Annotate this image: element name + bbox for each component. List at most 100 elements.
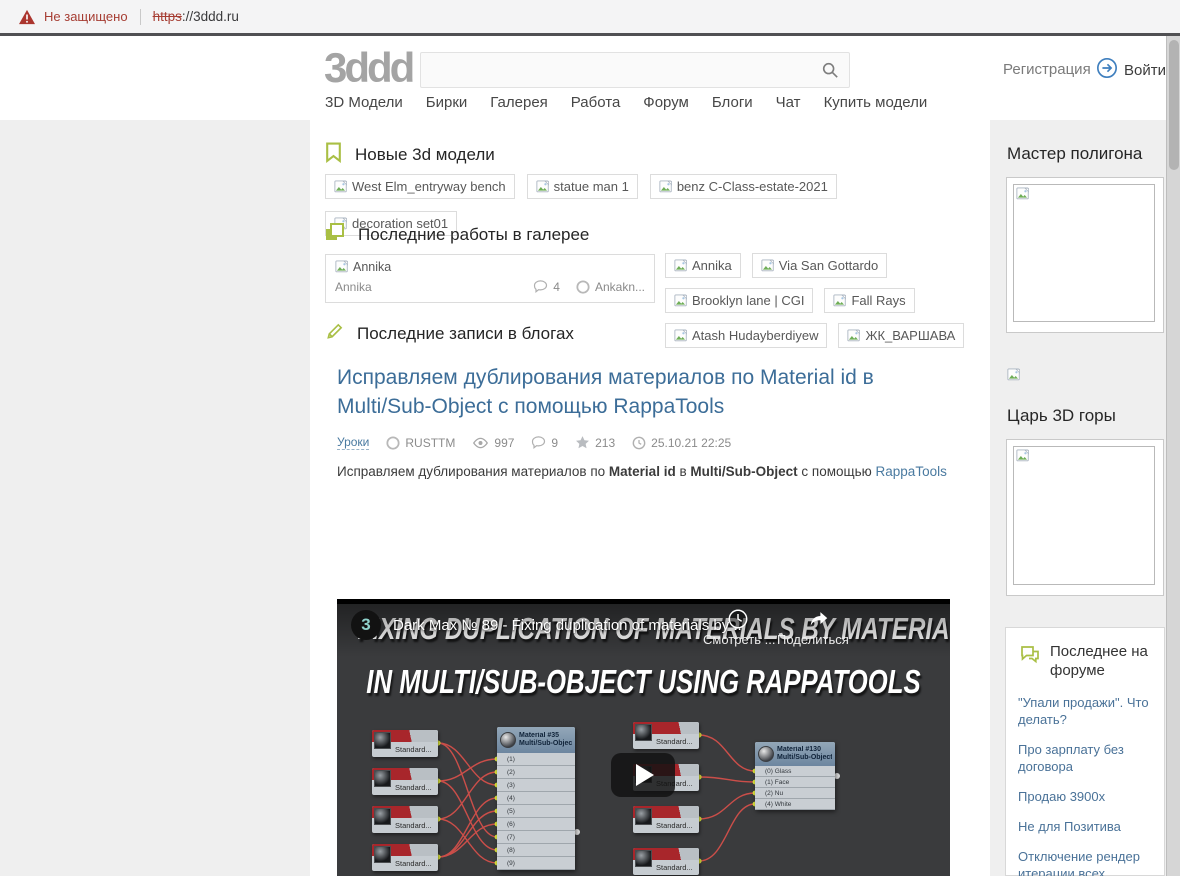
nav-item[interactable]: Блоги [712,94,753,111]
material-sphere-thumb [374,808,391,825]
node-slot-row: (4) White [755,799,835,810]
gallery-tag-chip[interactable]: Atash Hudayberdiyew [665,323,828,348]
nav-item[interactable]: Бирки [426,94,468,111]
material-node: Standard... [633,806,699,833]
login-button[interactable]: Войти [1096,57,1166,83]
gallery-tag-label: Fall Rays [851,293,906,308]
youtube-embed[interactable]: FIXING DUPLICATION OF MATERIALS BY MATER… [337,599,950,876]
channel-avatar[interactable]: 3 [351,610,381,640]
share-icon[interactable] [807,608,831,635]
rappatools-link[interactable]: RappaTools [876,464,947,479]
material-sphere-thumb [635,724,652,741]
search-icon[interactable] [821,61,839,79]
section-title: Последние работы в галерее [358,224,590,244]
node-slot-row: (1) Face [755,777,835,788]
site-logo[interactable]: 3ddd [324,44,415,92]
watch-later-label: Смотреть ... [703,632,776,647]
sidebar-banner1[interactable] [1006,177,1164,333]
nav-item[interactable]: 3D Модели [325,94,403,111]
nav-item[interactable]: Форум [643,94,689,111]
blog-post-meta: Уроки RUSTTM 997 9 213 25.10.21 22:25 [337,435,980,450]
section-blogs-header: Последние записи в блогах [325,322,574,346]
gallery-card[interactable]: Annika Annika 4 Ankakn... [325,254,655,303]
gallery-tag-chip[interactable]: Fall Rays [824,288,915,313]
scrollbar-thumb[interactable] [1169,40,1179,170]
post-comments: 9 [531,435,558,450]
section-title: Последние записи в блогах [357,324,574,343]
url-text[interactable]: https://3ddd.ru [153,9,239,24]
material-sphere-thumb [758,746,774,762]
nav-item[interactable]: Купить модели [824,94,928,111]
video-title[interactable]: Dark Max № 89 - Fixing duplication of ma… [393,617,742,634]
material-node: Standard... [372,730,438,757]
bookmark-icon [325,142,342,168]
post-author[interactable]: RUSTTM [386,436,455,450]
play-button[interactable] [611,753,675,797]
gallery-tag-label: Via San Gottardo [778,258,879,273]
broken-image-icon [1007,368,1021,382]
search-box [420,52,850,88]
multisub-node-35: Material #35 Multi/Sub-Object (1) (2) (3) (4… [497,727,575,870]
blog-post-card: Исправляем дублирования материалов по Ma… [325,353,980,876]
material-sphere-thumb [374,770,391,787]
material-sphere-thumb [374,732,391,749]
model-tag-label: statue man 1 [553,179,629,194]
gallery-tag-chip[interactable]: Annika [665,253,741,278]
blog-post-title[interactable]: Исправляем дублирования материалов по Ma… [325,353,980,421]
material-node: Standard... [372,768,438,795]
broken-image-icon [335,260,349,274]
node-slot-row: (9) [497,857,575,870]
nav-item[interactable]: Галерея [490,94,548,111]
forum-topic-link[interactable]: Продаю 3900x [1018,788,1152,805]
gallery-tag-chip[interactable]: Brooklyn lane | CGI [665,288,814,313]
banner-inner-frame [1013,446,1155,585]
gallery-tag-chip[interactable]: Via San Gottardo [751,253,888,278]
post-date: 25.10.21 22:25 [632,436,731,450]
gallery-tag-label: ЖК_ВАРШАВА [865,328,956,343]
watch-later-icon[interactable] [727,608,749,635]
gallery-tag-chip[interactable]: ЖК_ВАРШАВА [838,323,965,348]
material-sphere-thumb [374,846,391,863]
gallery-icon [325,222,345,247]
gallery-card-image-row: Annika [335,260,645,274]
search-input[interactable] [421,53,821,87]
model-tag-chip[interactable]: benz C-Class-estate-2021 [649,174,837,199]
node-slot-row: (6) [497,818,575,831]
post-category-link[interactable]: Уроки [337,435,370,450]
broken-image-icon [659,179,673,194]
forum-topic-list: "Упали продажи". Что делать? Про зарплату… [1018,694,1152,876]
forum-topic-link[interactable]: Отключение рендер итерации всех объектов… [1018,848,1152,876]
multisub-node-130: Material #130 Multi/Sub-Object (0) Glass(… [755,742,835,810]
page-scrollbar[interactable] [1166,36,1180,876]
material-node: Standard... [372,806,438,833]
broken-image-icon [1016,187,1030,201]
forum-topic-link[interactable]: Не для Позитива [1018,818,1152,835]
forum-topic-link[interactable]: Про зарплату без договора [1018,741,1152,775]
register-link[interactable]: Регистрация [1003,61,1091,78]
forum-topic-link[interactable]: "Упали продажи". Что делать? [1018,694,1152,728]
gallery-tag-label: Brooklyn lane | CGI [692,293,805,308]
author-badge[interactable]: Ankakn... [576,280,645,294]
model-tag-chip[interactable]: West Elm_entryway bench [325,174,515,199]
sidebar-banner2-title: Царь 3D горы [1007,406,1116,425]
nav-item[interactable]: Чат [776,94,801,111]
section-title: Новые 3d модели [355,145,495,164]
material-sphere-thumb [500,732,516,748]
broken-image-icon [761,258,775,273]
banner-inner-frame [1013,184,1155,322]
gallery-tag-label: Annika [692,258,732,273]
divider [139,8,141,25]
login-label: Войти [1124,61,1166,79]
security-warning-label[interactable]: Не защищено [44,9,128,24]
broken-image-icon [674,328,688,343]
model-tag-chip[interactable]: statue man 1 [526,174,638,199]
url-scheme-struck: https [152,9,182,24]
blog-post-excerpt: Исправляем дублирования материалов по Ma… [337,464,947,479]
nav-item[interactable]: Работа [571,94,621,111]
model-tag-label: West Elm_entryway bench [352,179,506,194]
url-rest: ://3ddd.ru [181,9,239,24]
comments-count: 4 [533,279,560,294]
sidebar-banner2[interactable] [1006,439,1164,596]
material-sphere-thumb [635,808,652,825]
warning-icon[interactable] [18,9,36,25]
